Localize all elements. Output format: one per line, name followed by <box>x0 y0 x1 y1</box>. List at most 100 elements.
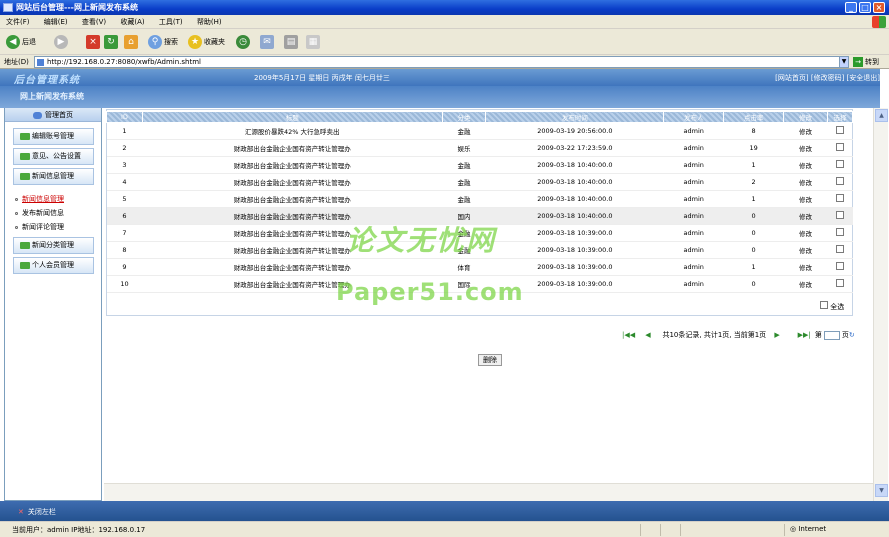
cell-time: 2009-03-18 10:39:00.0 <box>485 258 664 276</box>
forward-arrow-icon: ▶ <box>54 35 68 49</box>
table-row: 5 财政部出台金融企业国有资产转让管理办 金融 2009-03-18 10:40:00… <box>106 190 853 208</box>
refresh-icon: ↻ <box>104 35 118 49</box>
scroll-up-icon[interactable]: ▲ <box>875 109 888 122</box>
mail-icon: ✉ <box>260 35 274 49</box>
minimize-button[interactable]: _ <box>845 2 857 13</box>
table-header-row: ID 标题 分类 发布时间 发布人 点击率 修改 选择 <box>106 111 854 123</box>
go-button[interactable]: → 转到 <box>853 55 879 69</box>
menu-tools[interactable]: 工具(T) <box>153 15 189 29</box>
row-checkbox[interactable] <box>835 194 844 202</box>
row-checkbox[interactable] <box>835 143 844 151</box>
cell-edit[interactable]: 修改 <box>783 156 828 174</box>
menu-file[interactable]: 文件(F) <box>0 15 36 29</box>
cell-edit[interactable]: 修改 <box>783 122 828 140</box>
cell-edit[interactable]: 修改 <box>783 190 828 208</box>
cell-category: 娱乐 <box>442 139 486 157</box>
cell-id: 6 <box>106 207 143 225</box>
sidebar-item-category[interactable]: 新闻分类管理 <box>13 237 94 254</box>
cell-edit[interactable]: 修改 <box>783 275 828 293</box>
select-all-checkbox[interactable] <box>820 301 828 309</box>
row-checkbox[interactable] <box>835 245 844 253</box>
cell-category: 金融 <box>442 190 486 208</box>
forward-button[interactable]: ▶ <box>54 34 70 50</box>
delete-button[interactable]: 删除 <box>478 354 502 366</box>
cell-select <box>827 258 853 276</box>
row-checkbox[interactable] <box>835 262 844 270</box>
address-input[interactable]: http://192.168.0.27:8080/xwfb/Admin.shtm… <box>34 56 846 68</box>
cell-id: 3 <box>106 156 143 174</box>
cell-id: 2 <box>106 139 143 157</box>
header-links[interactable]: [网站首页] [修改密码] [安全退出] <box>775 73 880 83</box>
cell-edit[interactable]: 修改 <box>783 207 828 225</box>
next-page-icon[interactable]: ▶ <box>774 331 783 339</box>
edit-button[interactable]: ▦ <box>306 34 322 50</box>
sidebar-home[interactable]: 管理首页 <box>5 108 101 122</box>
refresh-button[interactable]: ↻ <box>104 34 120 50</box>
sidebar-item-notice[interactable]: 意见、公告设置 <box>13 148 94 165</box>
prev-page-icon[interactable]: ◀ <box>645 331 654 339</box>
cell-clicks: 8 <box>723 122 784 140</box>
cell-edit[interactable]: 修改 <box>783 173 828 191</box>
scroll-down-icon[interactable]: ▼ <box>875 484 888 497</box>
window-title: 网站后台管理---网上新闻发布系统 <box>16 3 138 12</box>
history-button[interactable]: ◷ <box>236 34 252 50</box>
sidebar-item-account[interactable]: 编辑账号管理 <box>13 128 94 145</box>
cell-clicks: 1 <box>723 258 784 276</box>
select-all[interactable]: 全选 <box>820 301 844 312</box>
cell-id: 10 <box>106 275 143 293</box>
address-dropdown-button[interactable]: ▼ <box>839 56 849 68</box>
app-logo: 后台管理系统 <box>14 75 80 86</box>
home-icon <box>33 111 42 119</box>
row-checkbox[interactable] <box>835 160 844 168</box>
cell-edit[interactable]: 修改 <box>783 258 828 276</box>
stop-button[interactable]: × <box>86 34 102 50</box>
home-button[interactable]: ⌂ <box>124 34 140 50</box>
go-page-icon[interactable]: ↻ <box>849 331 855 339</box>
search-button[interactable]: ⚲ 搜索 <box>148 34 178 50</box>
menu-view[interactable]: 查看(V) <box>76 15 112 29</box>
cell-time: 2009-03-22 17:23:59.0 <box>485 139 664 157</box>
subitem-label: 新闻评论管理 <box>22 223 64 231</box>
favorites-button[interactable]: ★ 收藏夹 <box>188 34 225 50</box>
row-checkbox[interactable] <box>835 279 844 287</box>
history-icon: ◷ <box>236 35 250 49</box>
col-edit: 修改 <box>783 111 828 123</box>
cell-title: 财政部出台金融企业国有资产转让管理办 <box>142 139 443 157</box>
sidebar: 管理首页 编辑账号管理 意见、公告设置 新闻信息管理 新闻信息管理 发布新闻信息… <box>4 108 102 501</box>
page-number-input[interactable] <box>823 330 840 340</box>
sidebar-item-label: 编辑账号管理 <box>32 132 74 140</box>
subitem-label: 新闻信息管理 <box>22 195 64 203</box>
back-button[interactable]: ◀ 后退 <box>6 34 36 50</box>
bullet-icon <box>15 197 18 201</box>
row-checkbox[interactable] <box>835 177 844 185</box>
mail-button[interactable]: ✉ <box>260 34 276 50</box>
close-button[interactable]: × <box>873 2 885 13</box>
close-sidebar-button[interactable]: ✕ 关闭左栏 <box>18 507 56 517</box>
cell-edit[interactable]: 修改 <box>783 139 828 157</box>
sidebar-item-label: 新闻分类管理 <box>32 241 74 249</box>
row-checkbox[interactable] <box>835 228 844 236</box>
cell-author: admin <box>663 241 724 259</box>
subitem-news-publish[interactable]: 发布新闻信息 <box>15 206 101 220</box>
sidebar-home-label: 管理首页 <box>45 111 73 119</box>
menu-help[interactable]: 帮助(H) <box>191 15 228 29</box>
sidebar-item-news[interactable]: 新闻信息管理 <box>13 168 94 185</box>
subitem-news-manage[interactable]: 新闻信息管理 <box>15 192 101 206</box>
cell-id: 8 <box>106 241 143 259</box>
maximize-button[interactable]: □ <box>859 2 871 13</box>
header-date: 2009年5月17日 星期日 丙戌年 闰七月廿三 <box>254 74 390 82</box>
subitem-news-comments[interactable]: 新闻评论管理 <box>15 220 101 234</box>
first-page-icon[interactable]: |◀◀ <box>622 331 635 339</box>
last-page-icon[interactable]: ▶▶| <box>798 331 811 339</box>
horizontal-scrollbar[interactable] <box>104 483 873 501</box>
vertical-scrollbar[interactable]: ▲ ▼ <box>873 108 888 501</box>
cell-title: 财政部出台金融企业国有资产转让管理办 <box>142 190 443 208</box>
menu-edit[interactable]: 编辑(E) <box>38 15 74 29</box>
cell-edit[interactable]: 修改 <box>783 241 828 259</box>
cell-edit[interactable]: 修改 <box>783 224 828 242</box>
row-checkbox[interactable] <box>835 126 844 134</box>
menu-favorites[interactable]: 收藏(A) <box>114 15 150 29</box>
row-checkbox[interactable] <box>835 211 844 219</box>
print-button[interactable]: ▤ <box>284 34 300 50</box>
sidebar-item-members[interactable]: 个人会员管理 <box>13 257 94 274</box>
